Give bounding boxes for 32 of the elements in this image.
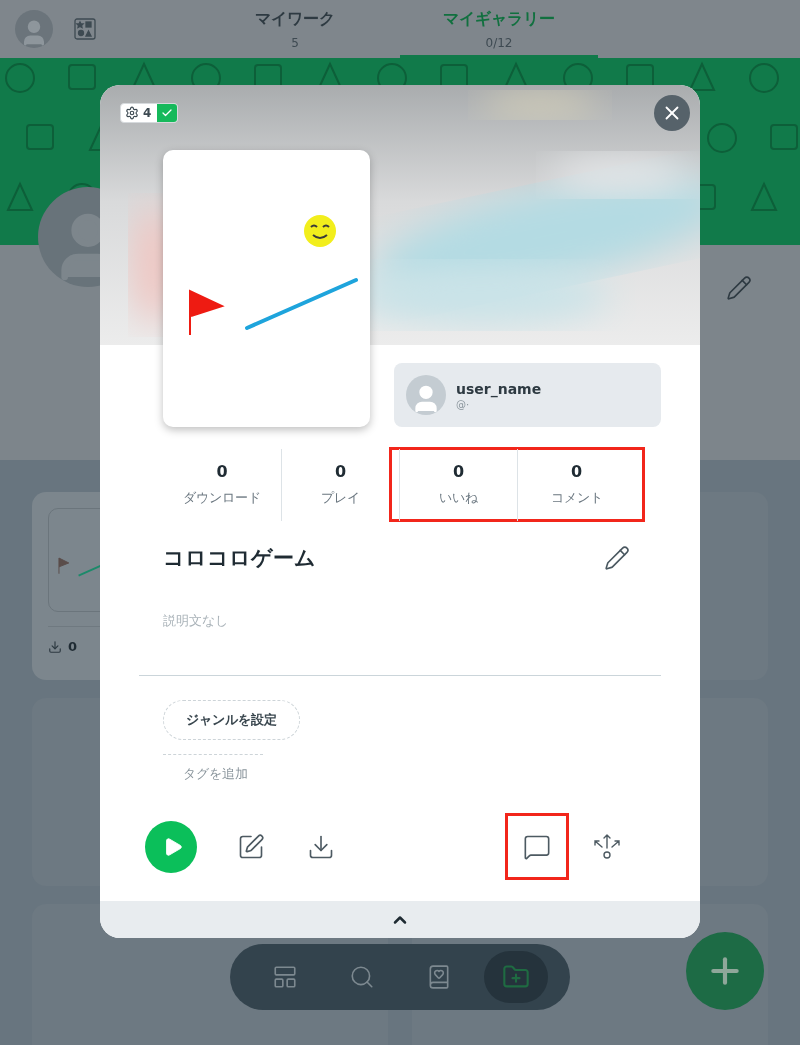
user-name: user_name — [456, 380, 542, 397]
download-count: 0 — [68, 639, 78, 654]
stat-value: 0 — [216, 462, 228, 481]
stat-label: コメント — [550, 489, 603, 507]
download-icon — [48, 639, 62, 654]
stat-label: いいね — [439, 489, 478, 507]
play-button[interactable] — [145, 820, 197, 873]
gear-icon — [125, 106, 139, 120]
stat-value: 0 — [452, 462, 465, 481]
gallery-tab[interactable]: マイワーク 5 — [196, 0, 394, 58]
stat-value: 0 — [570, 462, 583, 481]
edit-title-button[interactable] — [604, 545, 630, 571]
edit-icon — [237, 832, 265, 861]
settings-badge[interactable]: 4 — [120, 103, 179, 123]
share-icon — [592, 832, 622, 861]
stat-label: ダウンロード — [183, 489, 261, 507]
stat-label: プレイ — [321, 489, 360, 507]
nav-item[interactable] — [483, 951, 548, 1003]
pencil-icon[interactable] — [726, 275, 752, 301]
avatar-button[interactable] — [15, 10, 53, 48]
description-field[interactable]: 説明文なし — [163, 612, 700, 630]
check-icon — [161, 107, 174, 119]
user-handle: @· — [456, 398, 471, 410]
layout-icon — [271, 964, 298, 990]
add-tag-link[interactable]: タグを追加 — [163, 754, 263, 783]
stat-value: 0 — [334, 462, 347, 481]
user-card[interactable]: user_name @· — [394, 363, 661, 427]
checkbox[interactable] — [157, 104, 178, 122]
work-title: コロコロゲーム — [163, 545, 316, 572]
folder-shapes-icon[interactable] — [73, 17, 97, 41]
comment-button[interactable] — [505, 813, 569, 880]
genre-button[interactable]: ジャンルを設定 — [163, 700, 300, 740]
